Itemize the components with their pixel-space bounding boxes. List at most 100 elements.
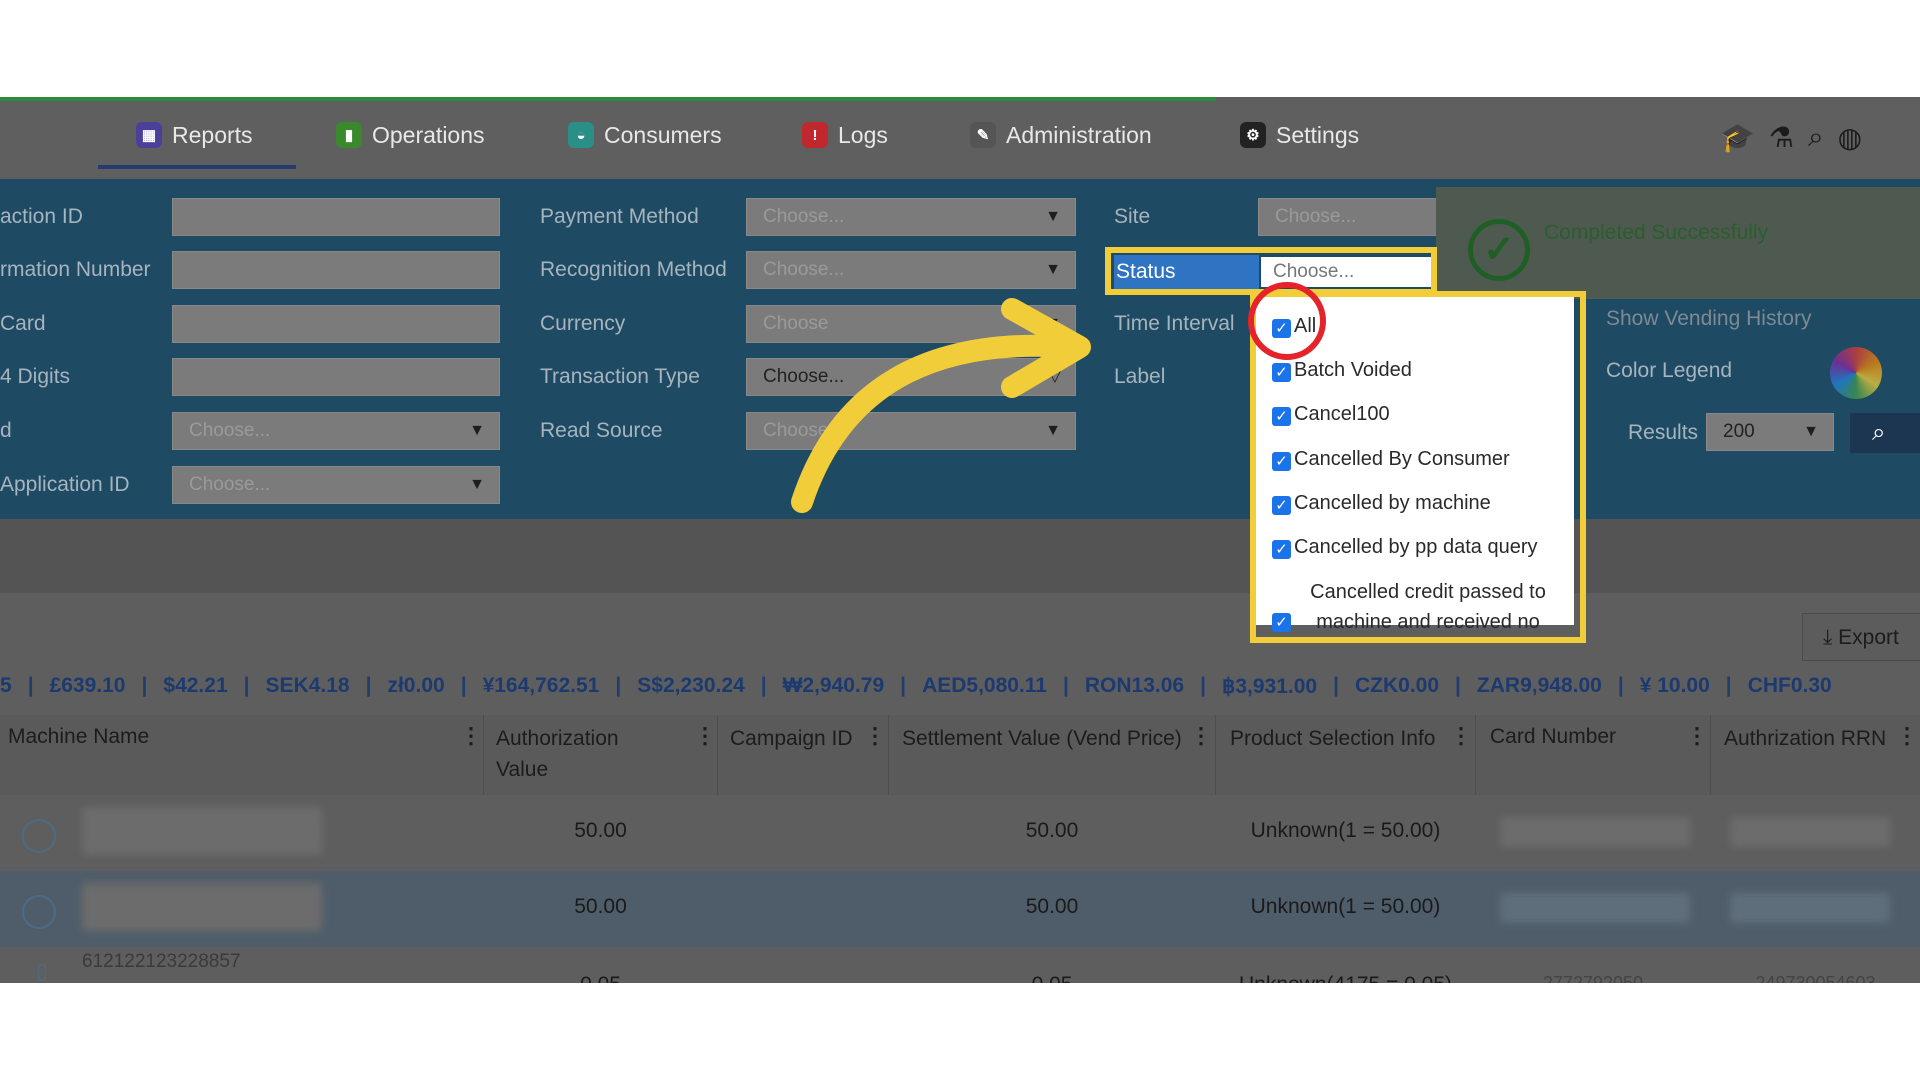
filter-label: d xyxy=(0,419,12,442)
column-menu-icon[interactable]: ⋮ xyxy=(460,723,482,749)
filter-select[interactable]: Choose... ▼ xyxy=(172,412,500,450)
column-menu-icon[interactable]: ⋮ xyxy=(694,723,716,749)
filter-label: Site xyxy=(1114,205,1151,228)
tab-consumers[interactable]: ◒ Consumers xyxy=(568,115,722,155)
tab-label: Logs xyxy=(838,121,888,148)
filter-label: Payment Method xyxy=(540,205,699,228)
currency-separator: | xyxy=(141,674,148,697)
search-icon[interactable]: ⌕ xyxy=(1808,121,1824,154)
currency-separator: | xyxy=(1455,674,1461,697)
column-header[interactable]: Product Selection Info xyxy=(1230,723,1450,754)
currency-total: SEK4.18 xyxy=(265,674,350,697)
rrn-cell: 249730054603 xyxy=(1755,973,1876,983)
column-header[interactable]: Authorization Value xyxy=(496,723,676,785)
site-select[interactable]: Choose... xyxy=(1258,198,1438,236)
logs-icon: ! xyxy=(802,122,828,148)
currency-total: ZAR9,948.00 xyxy=(1476,674,1602,697)
filter-label: Time Interval xyxy=(1114,312,1235,335)
table-row[interactable]: 50.00 50.00 Unknown(1 = 50.00) xyxy=(0,795,1920,871)
red-circle-annotation xyxy=(1248,282,1326,360)
currency-total: CZK0.00 xyxy=(1355,674,1440,697)
export-label: Export xyxy=(1838,626,1899,649)
filter-label: 4 Digits xyxy=(0,365,71,388)
currency-total: ¥ 10.00 xyxy=(1639,674,1710,697)
product-cell: Unknown(1 = 50.00) xyxy=(1250,819,1441,842)
color-legend-label: Color Legend xyxy=(1606,359,1733,382)
chevron-down-icon: ▼ xyxy=(1803,423,1819,440)
column-header[interactable]: Settlement Value (Vend Price) xyxy=(902,723,1202,754)
column-header[interactable]: Machine Name xyxy=(8,721,149,752)
column-header[interactable]: Authrization RRN xyxy=(1724,723,1904,754)
column-menu-icon[interactable]: ⋮ xyxy=(1686,723,1708,749)
tab-operations[interactable]: ▮ Operations xyxy=(336,115,485,155)
currency-total: ฿3,931.00 xyxy=(1222,674,1318,698)
app-window: ▦ Reports ▮ Operations ◒ Consumers ! Log… xyxy=(0,97,1920,983)
filter-label: Label xyxy=(1114,365,1166,388)
column-menu-icon[interactable]: ⋮ xyxy=(1896,723,1918,749)
active-tab-indicator xyxy=(98,165,296,169)
select-value: 200 xyxy=(1723,421,1755,442)
rrn-redacted xyxy=(1730,817,1890,847)
currency-separator: | xyxy=(243,674,250,697)
administration-icon: ✎ xyxy=(970,122,996,148)
currency-separator: | xyxy=(1063,674,1069,697)
toast-message: Completed Successfully xyxy=(1544,221,1769,244)
confirmation-number-input[interactable] xyxy=(172,251,500,289)
card-input[interactable] xyxy=(172,305,500,343)
settlement-cell: 50.00 xyxy=(1025,819,1079,842)
settlement-cell: 0.05 xyxy=(889,973,1215,983)
column-header[interactable]: Campaign ID xyxy=(730,723,870,754)
currency-total: S$2,230.24 xyxy=(637,674,745,697)
currency-separator: | xyxy=(760,674,767,697)
reports-icon: ▦ xyxy=(136,122,162,148)
tab-settings[interactable]: ⚙ Settings xyxy=(1240,115,1359,155)
currency-separator: | xyxy=(1617,674,1624,697)
table-row[interactable]: ▯ 612122123228857 0.05 0.05 Unknown(4175… xyxy=(0,947,1920,983)
currency-separator: | xyxy=(1333,674,1339,697)
currency-total: £639.10 xyxy=(49,674,126,697)
color-legend-icon[interactable] xyxy=(1830,347,1882,399)
currency-separator: | xyxy=(27,674,34,697)
currency-separator: | xyxy=(900,674,907,697)
graduation-cap-icon[interactable]: 🎓 xyxy=(1720,121,1755,154)
tab-logs[interactable]: ! Logs xyxy=(802,115,888,155)
column-header[interactable]: Card Number xyxy=(1490,721,1616,752)
flask-icon[interactable]: ⚗ xyxy=(1769,121,1794,154)
results-select[interactable]: 200 ▼ xyxy=(1706,413,1834,451)
results-label: Results xyxy=(1628,421,1699,444)
currency-separator: | xyxy=(1200,674,1206,697)
filter-label: Transaction Type xyxy=(540,365,700,388)
transaction-id-input[interactable] xyxy=(172,198,500,236)
application-id-select[interactable]: Choose... ▼ xyxy=(172,466,500,504)
filter-label: Application ID xyxy=(0,473,130,496)
search-icon: ⌕ xyxy=(1872,419,1886,446)
column-menu-icon[interactable]: ⋮ xyxy=(1450,723,1472,749)
machine-name-redacted xyxy=(82,883,322,931)
column-menu-icon[interactable]: ⋮ xyxy=(864,723,886,749)
currency-total: RON13.06 xyxy=(1084,674,1185,697)
search-button[interactable]: ⌕ xyxy=(1850,413,1920,453)
export-button[interactable]: ⤓ Export xyxy=(1802,613,1920,661)
table-row[interactable]: 50.00 50.00 Unknown(1 = 50.00) xyxy=(0,871,1920,947)
currency-total: zł0.00 xyxy=(387,674,445,697)
download-icon: ⤓ xyxy=(1823,626,1833,649)
chevron-down-icon: ▼ xyxy=(469,476,485,493)
filter-label: Recognition Method xyxy=(540,258,727,281)
top-nav: ▦ Reports ▮ Operations ◒ Consumers ! Log… xyxy=(0,101,1920,175)
tab-label: Consumers xyxy=(604,121,722,148)
settings-icon: ⚙ xyxy=(1240,122,1266,148)
column-menu-icon[interactable]: ⋮ xyxy=(1190,723,1212,749)
tab-label: Reports xyxy=(172,121,253,148)
currency-totals: 5 | £639.10 | $42.21 | SEK4.18 | zł0.00 | ¥164,762… xyxy=(0,669,1832,703)
table-header: Machine Name Authorization Value Campaig… xyxy=(0,715,1920,795)
currency-total: ₩2,940.79 xyxy=(782,674,885,697)
machine-status-icon: ▯ xyxy=(36,960,48,983)
auth-value-cell: 0.05 xyxy=(484,973,717,983)
tab-reports[interactable]: ▦ Reports xyxy=(136,115,253,155)
tab-label: Settings xyxy=(1276,121,1360,148)
tab-administration[interactable]: ✎ Administration xyxy=(970,115,1152,155)
consumers-icon: ◒ xyxy=(568,122,594,148)
last-digits-input[interactable] xyxy=(172,358,500,396)
machine-status-icon xyxy=(22,819,56,853)
globe-icon[interactable]: ◍ xyxy=(1838,121,1862,154)
